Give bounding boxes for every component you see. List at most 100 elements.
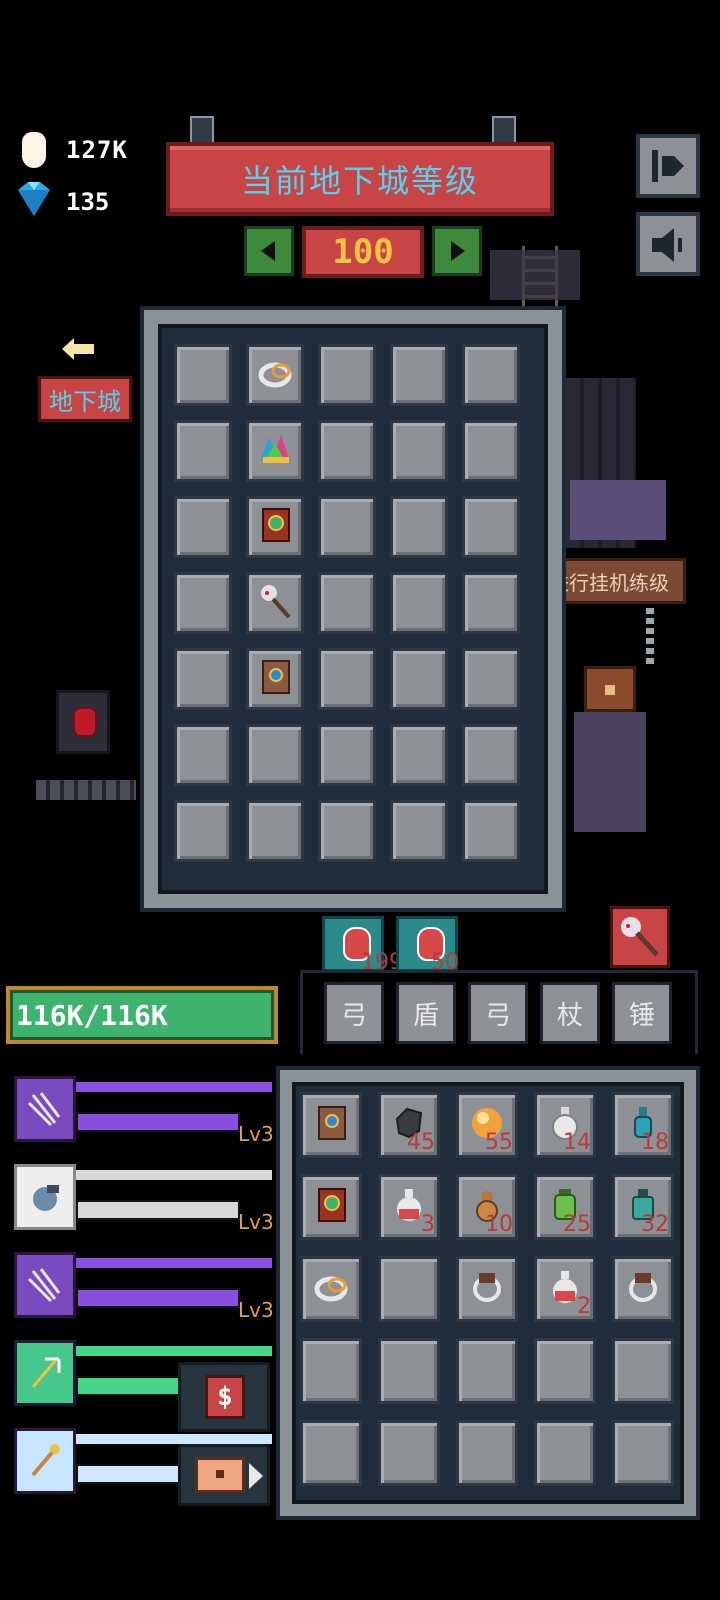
equipment-slot[interactable] <box>462 800 520 862</box>
inventory-slot[interactable] <box>456 1420 518 1486</box>
equipment-slot[interactable] <box>246 724 304 786</box>
diamond-icon <box>18 182 50 216</box>
inventory-slot[interactable]: 2 <box>534 1256 596 1322</box>
inventory-slot[interactable] <box>300 1256 362 1322</box>
inventory-slot[interactable] <box>300 1338 362 1404</box>
egg-gold-icon <box>22 132 46 168</box>
skill-level: Lv3 <box>238 1122 274 1146</box>
rock-decor <box>490 250 580 300</box>
equipment-slot[interactable] <box>318 800 376 862</box>
potion-slot-1[interactable]: 199 <box>322 916 403 975</box>
inventory-slot[interactable] <box>456 1256 518 1322</box>
equipment-slot[interactable] <box>390 496 448 558</box>
exit-button[interactable] <box>636 134 700 198</box>
inventory-slot[interactable] <box>300 1420 362 1486</box>
equipment-slot[interactable] <box>174 420 232 482</box>
equipment-slot[interactable] <box>318 420 376 482</box>
skill-icon-frame[interactable] <box>14 1164 76 1230</box>
equipment-slot[interactable] <box>174 724 232 786</box>
equipment-slot[interactable] <box>174 572 232 634</box>
equipped-weapon-button[interactable] <box>610 906 670 968</box>
shop-button-frame[interactable]: $ <box>178 1362 270 1432</box>
skill-icon-frame[interactable] <box>14 1252 76 1318</box>
inventory-slot[interactable]: 10 <box>456 1174 518 1240</box>
inventory-slot[interactable]: 14 <box>534 1092 596 1158</box>
equipment-grid <box>174 344 534 878</box>
skill-icon-frame[interactable] <box>14 1076 76 1142</box>
equipment-slot[interactable] <box>462 420 520 482</box>
equipment-slot[interactable] <box>246 420 304 482</box>
equipment-slot[interactable] <box>390 344 448 406</box>
equipment-slot[interactable] <box>246 496 304 558</box>
inventory-slot[interactable]: 3 <box>378 1174 440 1240</box>
equipment-slot[interactable] <box>246 800 304 862</box>
equipment-slot[interactable] <box>318 496 376 558</box>
potion-slot-2[interactable]: 50 <box>396 916 459 975</box>
equipment-slot[interactable] <box>390 420 448 482</box>
equipment-slot[interactable] <box>390 724 448 786</box>
equipment-slot[interactable] <box>318 344 376 406</box>
equipment-slot[interactable] <box>318 724 376 786</box>
dungeon-nav-button[interactable]: 地下城 <box>38 376 132 422</box>
equipment-slot[interactable] <box>174 496 232 558</box>
equipment-slot[interactable] <box>246 648 304 710</box>
chest-button-frame[interactable] <box>178 1444 270 1506</box>
brown-spellbook-icon <box>311 1103 351 1147</box>
inventory-slot[interactable]: 18 <box>612 1092 674 1158</box>
inventory-slot[interactable]: 45 <box>378 1092 440 1158</box>
inventory-slot[interactable] <box>456 1338 518 1404</box>
idle-training-sign[interactable]: 进行挂机练级 <box>562 558 686 604</box>
equipment-slot[interactable] <box>390 648 448 710</box>
weapon-tab-3[interactable]: 弓 <box>468 982 528 1044</box>
inventory-slot[interactable] <box>534 1420 596 1486</box>
skill-progress-bar <box>76 1200 240 1220</box>
equipment-slot[interactable] <box>174 648 232 710</box>
inventory-slot[interactable]: 32 <box>612 1174 674 1240</box>
inventory-slot[interactable] <box>300 1174 362 1240</box>
item-count: 2 <box>577 1294 591 1319</box>
equipment-slot[interactable] <box>174 800 232 862</box>
weapon-tab-4[interactable]: 杖 <box>540 982 600 1044</box>
weapon-tab-2[interactable]: 盾 <box>396 982 456 1044</box>
back-arrow-icon[interactable] <box>60 336 96 362</box>
equipment-slot[interactable] <box>174 344 232 406</box>
equipment-slot[interactable] <box>462 572 520 634</box>
equipment-slot[interactable] <box>318 572 376 634</box>
side-amulet-item[interactable] <box>56 690 110 754</box>
exit-icon <box>652 150 684 182</box>
chain-decor <box>646 608 654 668</box>
item-count: 25 <box>563 1212 591 1237</box>
equipment-slot[interactable] <box>390 572 448 634</box>
level-next-button[interactable] <box>432 226 482 276</box>
equipment-slot[interactable] <box>462 344 520 406</box>
skill-icon-frame[interactable] <box>14 1340 76 1406</box>
inventory-slot[interactable] <box>612 1338 674 1404</box>
equipment-slot[interactable] <box>318 648 376 710</box>
equipment-slot[interactable] <box>462 496 520 558</box>
equipment-slot[interactable] <box>462 724 520 786</box>
inventory-slot[interactable] <box>378 1420 440 1486</box>
skill-progress-bar <box>76 1288 240 1308</box>
inventory-slot[interactable]: 55 <box>456 1092 518 1158</box>
equipment-slot[interactable] <box>246 572 304 634</box>
inventory-slot[interactable]: 25 <box>534 1174 596 1240</box>
equipment-slot[interactable] <box>390 800 448 862</box>
dollar-icon: $ <box>205 1375 245 1419</box>
weapon-tab-1[interactable]: 弓 <box>324 982 384 1044</box>
inventory-slot[interactable] <box>378 1338 440 1404</box>
level-prev-button[interactable] <box>244 226 294 276</box>
inventory-slot[interactable] <box>300 1092 362 1158</box>
inventory-slot[interactable] <box>534 1338 596 1404</box>
equipment-slot[interactable] <box>462 648 520 710</box>
inventory-slot[interactable] <box>378 1256 440 1322</box>
skill-icon-frame[interactable] <box>14 1428 76 1494</box>
inventory-slot[interactable] <box>612 1256 674 1322</box>
health-text: 116K/116K <box>16 998 168 1032</box>
equipment-slot[interactable] <box>246 344 304 406</box>
item-count: 18 <box>641 1130 669 1155</box>
inventory-slot[interactable] <box>612 1420 674 1486</box>
skull-staff-icon <box>621 917 659 957</box>
weapon-tab-5[interactable]: 锤 <box>612 982 672 1044</box>
treasure-chest[interactable] <box>584 666 636 712</box>
sound-button[interactable] <box>636 212 700 276</box>
